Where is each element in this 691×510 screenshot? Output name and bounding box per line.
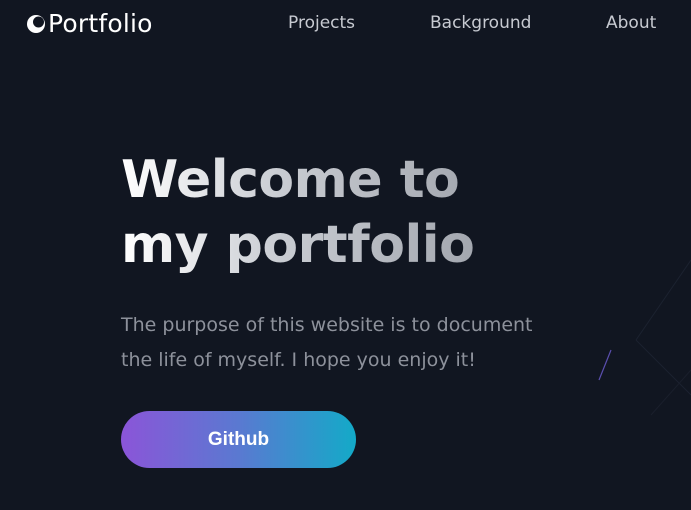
hero-title: Welcome to my portfolio (121, 148, 474, 278)
hero-title-line-1: Welcome to (121, 150, 460, 210)
decorative-lines (598, 259, 691, 416)
brand-name: Portfolio (48, 9, 153, 38)
portfolio-page: Portfolio Projects Background About Welc… (0, 0, 691, 510)
nav-link-projects[interactable]: Projects (288, 11, 355, 35)
brand-home-link[interactable]: Portfolio (26, 9, 153, 39)
github-button[interactable]: Github (121, 411, 356, 468)
nav-link-about[interactable]: About (606, 11, 656, 35)
hero-subtitle-line-2: the life of myself. I hope you enjoy it! (121, 349, 476, 371)
hero-subtitle: The purpose of this website is to docume… (121, 308, 601, 378)
crescent-logo-icon (27, 15, 45, 33)
hero-title-line-2: my portfolio (121, 215, 475, 275)
hero-subtitle-line-1: The purpose of this website is to docume… (121, 314, 533, 336)
nav-link-background[interactable]: Background (430, 11, 531, 35)
